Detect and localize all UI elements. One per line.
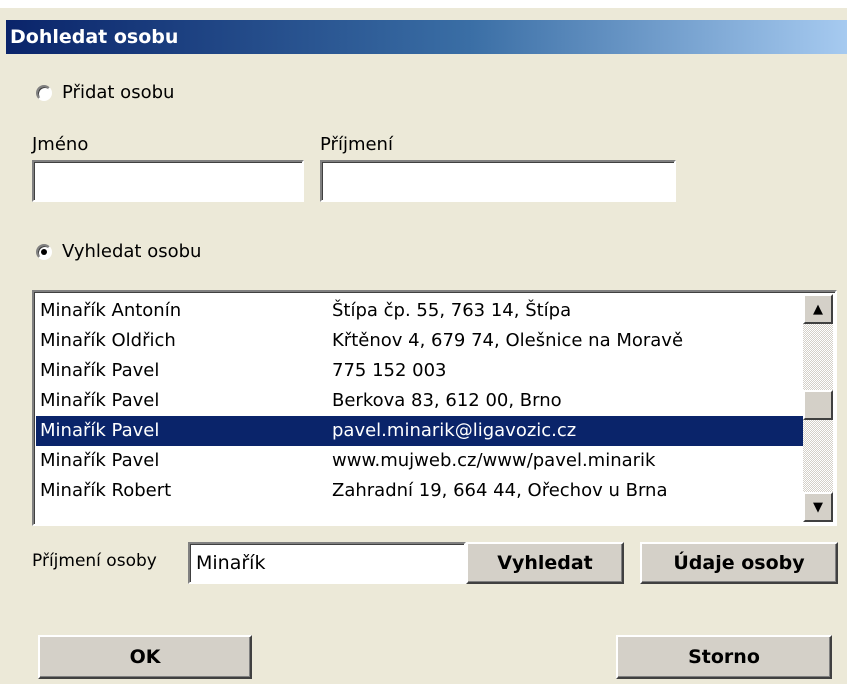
last-name-field[interactable]	[320, 160, 676, 202]
scroll-down-button[interactable]: ▼	[803, 492, 833, 522]
person-detail: Zahradní 19, 664 44, Ořechov u Brna	[332, 480, 668, 501]
add-person-radio[interactable]: Přidat osobu	[36, 82, 174, 103]
person-detail: Křtěnov 4, 679 74, Olešnice na Moravě	[332, 330, 684, 351]
last-name-label: Příjmení	[320, 134, 393, 155]
add-person-radio-label: Přidat osobu	[62, 82, 175, 103]
person-name: Minařík Robert	[40, 480, 172, 501]
first-name-label: Jméno	[32, 134, 89, 155]
first-name-field[interactable]	[32, 160, 304, 202]
scroll-thumb[interactable]	[803, 390, 833, 420]
arrow-down-icon: ▼	[813, 499, 823, 515]
person-name: Minařík Pavel	[40, 450, 160, 471]
results-list[interactable]: Minařík Antonín Štípa čp. 55, 763 14, Št…	[32, 290, 837, 526]
scroll-up-button[interactable]: ▲	[803, 294, 833, 324]
surname-search-label: Příjmení osoby	[32, 551, 157, 571]
list-item[interactable]: Minařík Robert Zahradní 19, 664 44, Ořec…	[36, 476, 804, 506]
person-detail: www.mujweb.cz/www/pavel.minarik	[332, 450, 656, 471]
search-person-radio[interactable]: Vyhledat osobu	[36, 241, 201, 262]
person-detail: Berkova 83, 612 00, Brno	[332, 390, 562, 411]
list-item[interactable]: Minařík Pavel www.mujweb.cz/www/pavel.mi…	[36, 446, 804, 476]
list-item-selected[interactable]: Minařík Pavel pavel.minarik@ligavozic.cz	[36, 416, 804, 446]
title-bar: Dohledat osobu	[6, 20, 847, 54]
person-name: Minařík Pavel	[40, 390, 160, 411]
list-item[interactable]: Minařík Pavel 775 152 003	[36, 356, 804, 386]
results-scrollbar[interactable]: ▲ ▼	[803, 294, 833, 522]
list-item[interactable]: Minařík Oldřich Křtěnov 4, 679 74, Olešn…	[36, 326, 804, 356]
person-name: Minařík Antonín	[40, 300, 182, 321]
person-detail: 775 152 003	[332, 360, 447, 381]
search-person-radio-button[interactable]	[36, 243, 52, 260]
search-person-radio-label: Vyhledat osobu	[62, 241, 202, 262]
person-detail: Štípa čp. 55, 763 14, Štípa	[332, 300, 572, 321]
person-details-button[interactable]: Údaje osoby	[640, 542, 838, 584]
person-name: Minařík Pavel	[40, 360, 160, 381]
list-item[interactable]: Minařík Antonín Štípa čp. 55, 763 14, Št…	[36, 296, 804, 326]
ok-button[interactable]: OK	[38, 635, 252, 679]
arrow-up-icon: ▲	[813, 301, 823, 317]
list-item[interactable]: Minařík Pavel Berkova 83, 612 00, Brno	[36, 386, 804, 416]
search-button[interactable]: Vyhledat	[466, 542, 624, 584]
person-name: Minařík Pavel	[40, 420, 160, 441]
results-rows: Minařík Antonín Štípa čp. 55, 763 14, Št…	[36, 296, 804, 506]
person-detail: pavel.minarik@ligavozic.cz	[332, 420, 577, 441]
add-person-radio-button[interactable]	[36, 84, 52, 101]
person-name: Minařík Oldřich	[40, 330, 176, 351]
surname-search-input[interactable]	[188, 542, 466, 584]
cancel-button[interactable]: Storno	[616, 635, 832, 679]
dialog-window: Dohledat osobu Přidat osobu Jméno Příjme…	[0, 0, 847, 684]
